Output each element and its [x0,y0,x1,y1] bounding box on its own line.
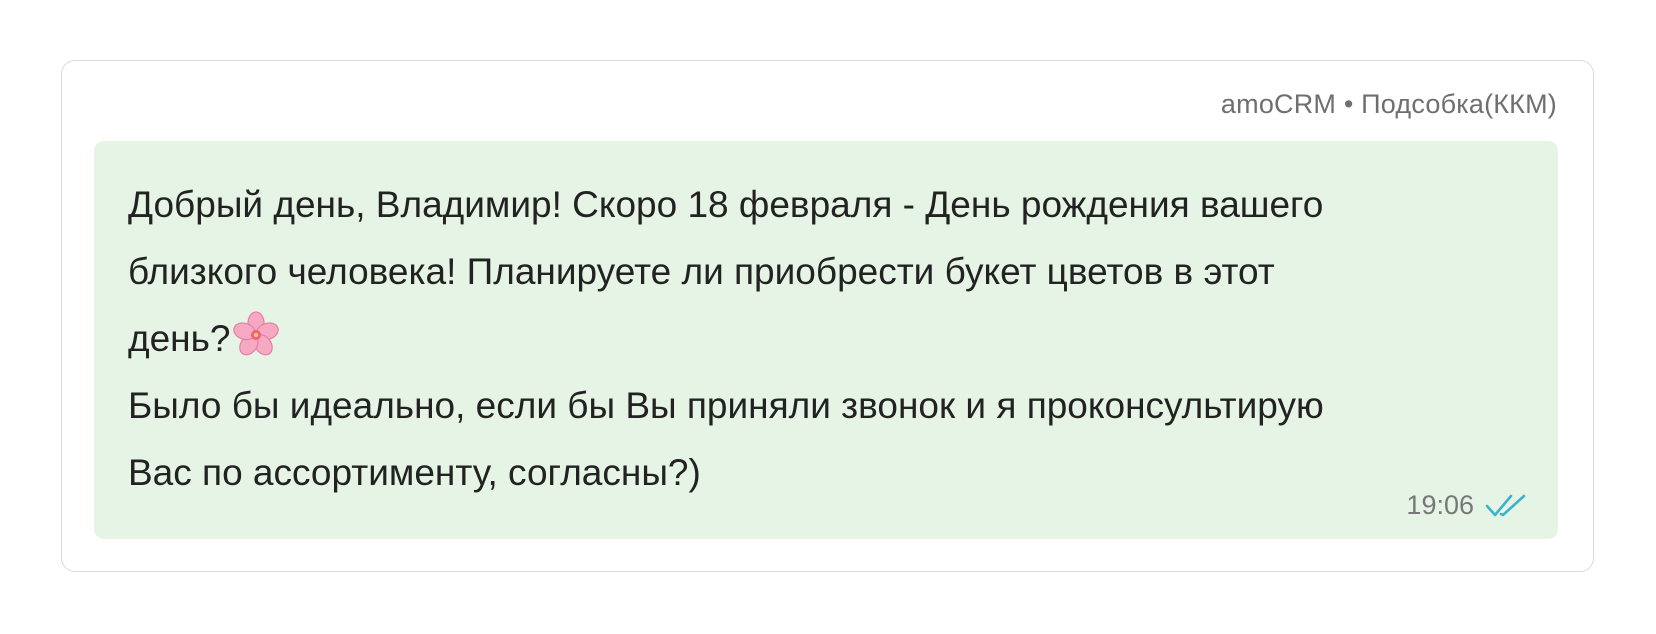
message-line-3-wrapper: день? [128,305,1528,372]
message-card: amoCRM • Подсобка(ККМ) Добрый день, Влад… [61,60,1594,572]
message-text: Добрый день, Владимир! Скоро 18 февраля … [128,171,1528,506]
message-line-1: Добрый день, Владимир! Скоро 18 февраля … [128,184,1324,225]
message-line-4: Было бы идеально, если бы Вы приняли зво… [128,385,1324,426]
cherry-blossom-icon [233,311,280,356]
message-line-2: близкого человека! Планируете ли приобре… [128,251,1275,292]
message-footer: 19:06 [1406,490,1530,521]
double-check-icon [1485,494,1526,516]
message-line-3: день? [128,318,231,359]
message-source-label: amoCRM • Подсобка(ККМ) [1220,89,1557,119]
message-line-5: Вас по ассортименту, согласны?) [128,452,701,493]
message-bubble[interactable]: Добрый день, Владимир! Скоро 18 февраля … [94,141,1558,539]
message-timestamp: 19:06 [1406,490,1474,520]
